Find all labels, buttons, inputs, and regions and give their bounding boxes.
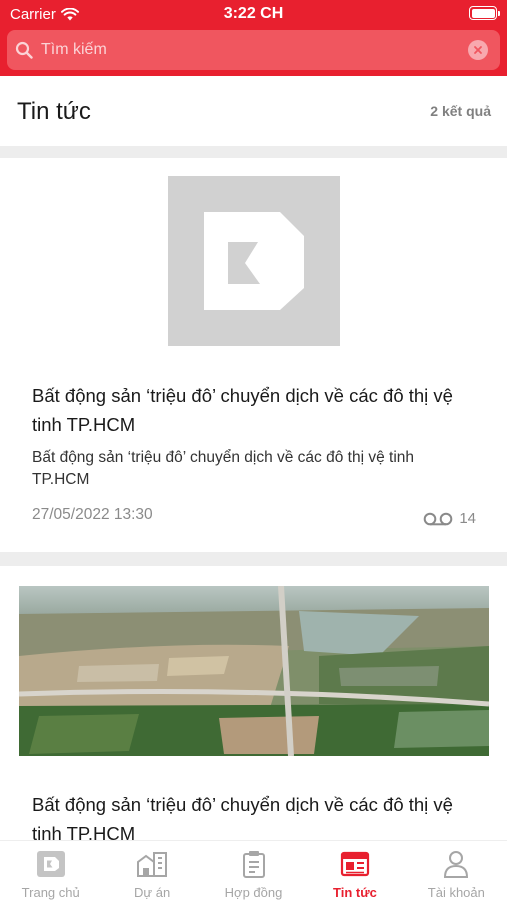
tab-label: Trang chủ [21,885,80,900]
tab-news[interactable]: Tin tức [304,841,405,900]
article-views: 14 [423,510,476,527]
article-date: 27/05/2022 13:30 [32,506,153,523]
clear-search-icon[interactable] [468,40,488,60]
news-card[interactable]: Bất động sản ‘triệu đô’ chuyển dịch về c… [0,566,507,856]
tab-label: Hợp đồng [224,885,283,900]
tab-label: Tin tức [333,885,377,900]
tab-account[interactable]: Tài khoản [406,841,507,900]
views-count: 14 [459,510,476,527]
tab-projects[interactable]: Dự án [101,841,202,900]
search-bar[interactable] [7,30,500,70]
article-thumbnail-placeholder [168,176,340,346]
home-logo-icon [35,849,67,878]
tab-contracts[interactable]: Hợp đồng [203,841,304,900]
article-thumbnail-photo [19,586,489,756]
clipboard-icon [238,849,270,878]
search-input[interactable] [41,41,468,59]
search-icon [7,30,41,70]
views-icon [424,512,453,525]
tab-label: Tài khoản [427,885,485,900]
page-title: Tin tức [17,98,91,125]
article-title[interactable]: Bất động sản ‘triệu đô’ chuyển dịch về c… [32,381,472,439]
result-count: 2 kết quả [430,103,491,119]
app-header: Carrier 3:22 CH [0,0,507,76]
user-icon [440,849,472,878]
battery-icon [469,6,500,20]
news-section-header: Tin tức 2 kết quả [0,76,507,146]
bottom-tab-bar: Trang chủ Dự án Hợp đồng Tin tức Tài kho… [0,840,507,900]
status-bar: Carrier 3:22 CH [0,0,507,28]
brand-logo-icon [204,212,304,310]
newspaper-icon [339,849,371,878]
article-summary: Bất động sản ‘triệu đô’ chuyển dịch về c… [32,449,414,488]
buildings-icon [136,849,168,878]
tab-label: Dự án [134,885,171,900]
tab-home[interactable]: Trang chủ [0,841,101,900]
news-card[interactable]: Bất động sản ‘triệu đô’ chuyển dịch về c… [0,158,507,552]
status-time: 3:22 CH [223,5,284,22]
